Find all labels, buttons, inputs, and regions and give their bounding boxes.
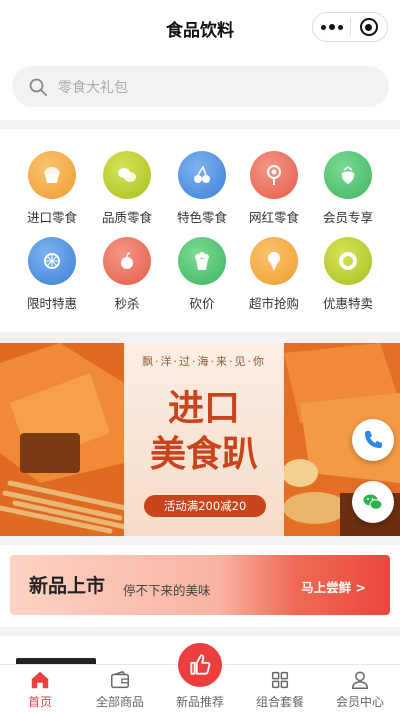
category-item-specialty-snacks[interactable]: 特色零食: [162, 151, 242, 226]
wechat-icon: [363, 494, 383, 510]
banner-subtitle: 飘·洋·过·海·来·见·你: [142, 355, 266, 368]
category-label: 砍价: [189, 296, 215, 311]
new-arrivals-title: 新品上市: [29, 575, 106, 597]
more-menu-icon[interactable]: [313, 13, 350, 41]
tab-home[interactable]: 首页: [0, 665, 80, 712]
search-icon: [29, 78, 47, 96]
banner-promo-tag: 活动满200减20: [144, 495, 266, 517]
user-icon: [351, 671, 369, 689]
tab-label: 组合套餐: [255, 695, 304, 709]
category-label: 限时特惠: [26, 296, 77, 311]
tab-label: 全部商品: [95, 695, 144, 709]
tab-label: 首页: [27, 695, 52, 709]
cookies-icon: [103, 151, 151, 199]
search-placeholder: 零食大礼包: [58, 79, 128, 96]
donut-icon: [324, 237, 372, 285]
category-item-flash-sale[interactable]: 秒杀: [87, 237, 167, 312]
category-label: 会员专享: [322, 210, 373, 225]
home-icon: [31, 671, 49, 689]
category-item-bargain[interactable]: 砍价: [162, 237, 242, 312]
category-label: 优惠特卖: [322, 296, 373, 311]
phone-icon: [365, 431, 382, 448]
category-item-discount-sale[interactable]: 优惠特卖: [308, 237, 388, 312]
apple-icon: [103, 237, 151, 285]
nav-header: 食品饮料: [0, 0, 400, 56]
category-label: 秒杀: [114, 296, 140, 311]
popcorn-icon: [178, 237, 226, 285]
tab-member-center[interactable]: 会员中心: [320, 665, 400, 712]
category-label: 网红零食: [248, 210, 299, 225]
strawberry-icon: [324, 151, 372, 199]
thumbs-up-icon: [190, 654, 211, 675]
close-target-icon[interactable]: [351, 13, 387, 41]
lemon-slice-icon: [28, 237, 76, 285]
tab-label: 新品推荐: [175, 695, 224, 709]
ice-cream-icon: [250, 237, 298, 285]
new-arrivals-subtitle: 停不下来的美味: [123, 583, 211, 598]
wallet-icon: [111, 670, 129, 689]
category-item-supermarket-rush[interactable]: 超市抢购: [234, 237, 314, 312]
category-item-limited-time-deal[interactable]: 限时特惠: [12, 237, 92, 312]
category-label: 超市抢购: [248, 296, 299, 311]
banner-headline-line1: 进口: [167, 387, 240, 429]
mini-program-capsule: [312, 12, 388, 42]
new-arrivals-card[interactable]: 新品上市 停不下来的美味 马上尝鲜 >: [10, 555, 390, 615]
category-grid: 进口零食 品质零食 特色零食 网红零食 会员专享 限时特惠 秒杀 砍价 超市抢购…: [0, 129, 400, 332]
app-screen: 食品饮料 零食大礼包 进口零食 品质零食 特色零食 网红零食 会员专享 限时特惠…: [0, 0, 400, 712]
promo-banner[interactable]: 飘·洋·过·海·来·见·你 进口 美食趴 活动满200减20: [0, 343, 400, 536]
try-now-link[interactable]: 马上尝鲜 >: [301, 577, 366, 596]
category-item-member-exclusive[interactable]: 会员专享: [308, 151, 388, 226]
new-recommend-center-button[interactable]: [175, 640, 225, 690]
wechat-service-button[interactable]: [352, 481, 394, 523]
category-item-quality-snacks[interactable]: 品质零食: [87, 151, 167, 226]
category-label: 特色零食: [176, 210, 227, 225]
grid-icon: [271, 671, 289, 689]
new-arrivals-section: 新品上市 停不下来的美味 马上尝鲜 >: [0, 545, 400, 627]
category-label: 进口零食: [26, 210, 77, 225]
cherry-icon: [178, 151, 226, 199]
phone-call-button[interactable]: [352, 419, 394, 461]
category-item-trending-snacks[interactable]: 网红零食: [234, 151, 314, 226]
search-section: 零食大礼包: [0, 56, 400, 120]
search-input[interactable]: 零食大礼包: [12, 66, 389, 107]
tab-label: 会员中心: [335, 695, 384, 709]
tab-combo-sets[interactable]: 组合套餐: [240, 665, 320, 712]
tab-all-products[interactable]: 全部商品: [80, 665, 160, 712]
lollipop-icon: [250, 151, 298, 199]
banner-headline-line2: 美食趴: [149, 433, 258, 475]
cupcake-icon: [28, 151, 76, 199]
category-item-imported-snacks[interactable]: 进口零食: [12, 151, 92, 226]
category-label: 品质零食: [101, 210, 152, 225]
